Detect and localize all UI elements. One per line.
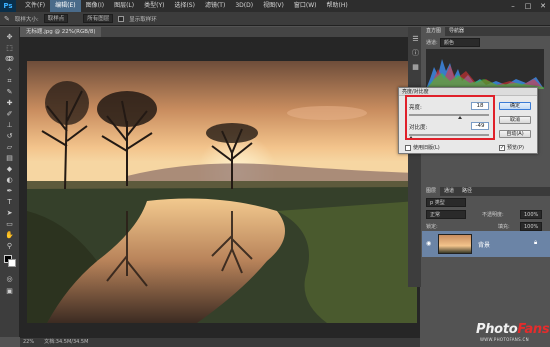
preview-checkbox[interactable]: ✓ <box>499 144 505 151</box>
histogram-graph <box>426 49 544 89</box>
status-bar: 22% 文档:34.5M/34.5M <box>20 338 420 347</box>
maximize-icon[interactable]: □ <box>521 0 535 12</box>
sample-layer-select[interactable]: 所有图层 <box>83 14 114 23</box>
quick-select-tool-icon[interactable]: ✧ <box>3 66 16 75</box>
dodge-tool-icon[interactable]: ◐ <box>3 176 16 185</box>
preview-option[interactable]: ✓ 预览(P) <box>499 144 524 151</box>
opacity-label: 不透明度: <box>482 212 504 218</box>
photofans-watermark: PhotoFans <box>476 322 550 337</box>
fill-label: 填充: <box>498 224 510 230</box>
layer-thumbnail <box>438 234 472 254</box>
layer-name: 背景 <box>478 242 491 249</box>
eyedropper-tool-icon: ✎ <box>4 14 10 23</box>
history-brush-tool-icon[interactable]: ↺ <box>3 132 16 141</box>
landscape-photo <box>27 61 417 323</box>
watermark-url: WWW.PHOTOFANS.CN <box>480 337 529 342</box>
marquee-tool-icon[interactable]: ⬚ <box>3 44 16 53</box>
menu-layer[interactable]: 图层(L) <box>109 0 139 12</box>
opacity-input[interactable]: 100% <box>520 210 543 219</box>
menu-3d[interactable]: 3D(D) <box>230 0 258 12</box>
gradient-tool-icon[interactable]: ▤ <box>3 154 16 163</box>
photoshop-logo: Ps <box>0 0 16 12</box>
channel-label: 通道: <box>426 40 438 46</box>
close-icon[interactable]: ✕ <box>536 0 550 12</box>
type-tool-icon[interactable]: T <box>3 198 16 207</box>
tab-paths[interactable]: 路径 <box>458 187 476 196</box>
move-tool-icon[interactable]: ✥ <box>3 33 16 42</box>
blend-mode-select[interactable]: 正常 <box>426 210 466 219</box>
path-select-tool-icon[interactable]: ➤ <box>3 209 16 218</box>
menu-select[interactable]: 选择(S) <box>169 0 200 12</box>
tab-navigator[interactable]: 导航器 <box>445 27 468 36</box>
zoom-level[interactable]: 22% <box>23 338 34 347</box>
menu-edit[interactable]: 编辑(E) <box>50 0 81 12</box>
eyedropper-tool-icon[interactable]: ✎ <box>3 88 16 97</box>
show-ring-checkbox[interactable] <box>118 15 125 22</box>
document-tab-bar: 无标题.jpg @ 22%(RGB/8) <box>20 27 420 37</box>
preview-label: 预览(P) <box>507 145 524 151</box>
tab-histogram[interactable]: 直方图 <box>422 27 446 36</box>
eraser-tool-icon[interactable]: ▱ <box>3 143 16 152</box>
histogram-plot <box>426 59 544 89</box>
lock-label: 锁定: <box>426 224 438 230</box>
visibility-eye-icon[interactable]: ◉ <box>426 240 431 247</box>
background-color-swatch[interactable] <box>8 259 16 267</box>
photo-artwork <box>27 61 417 323</box>
legacy-option[interactable]: 使用旧版(L) <box>405 144 440 151</box>
right-panels: 直方图 导航器 通道: 颜色 图层 通道 路径 p 类型 正常 不透明度: 10… <box>422 27 550 347</box>
options-bar: ✎ 取样大小: 取样点 所有图层 显示取样环 <box>0 12 550 26</box>
healing-brush-tool-icon[interactable]: ✚ <box>3 99 16 108</box>
lasso-tool-icon[interactable]: ↂ <box>3 55 16 64</box>
legacy-checkbox[interactable] <box>405 144 411 151</box>
brush-tool-icon[interactable]: ✐ <box>3 110 16 119</box>
zoom-tool-icon[interactable]: ⚲ <box>3 242 16 251</box>
tab-layers[interactable]: 图层 <box>422 187 441 196</box>
layer-filter-select[interactable]: p 类型 <box>426 198 466 207</box>
history-icon[interactable]: ☰ <box>409 35 422 44</box>
panel-icon-strip: ☰ ⓘ ▦ <box>408 27 421 287</box>
minimize-icon[interactable]: – <box>506 0 520 12</box>
canvas-area[interactable] <box>20 37 420 338</box>
hand-tool-icon[interactable]: ✋ <box>3 231 16 240</box>
channel-select[interactable]: 颜色 <box>440 38 480 47</box>
menu-type[interactable]: 类型(Y) <box>139 0 169 12</box>
histogram-panel-header: 直方图 导航器 <box>422 27 550 36</box>
menu-bar: Ps 文件(F) 编辑(E) 图像(I) 图层(L) 类型(Y) 选择(S) 滤… <box>0 0 550 12</box>
fill-input[interactable]: 100% <box>520 222 543 231</box>
layer-row-background[interactable]: ◉ 背景 🔒︎ <box>422 231 550 257</box>
lock-icon: 🔒︎ <box>534 239 538 246</box>
show-ring-label: 显示取样环 <box>129 16 157 23</box>
crop-tool-icon[interactable]: ⌗ <box>3 77 16 86</box>
menu-help[interactable]: 帮助(H) <box>322 0 353 12</box>
document-tab[interactable]: 无标题.jpg @ 22%(RGB/8) <box>20 27 102 37</box>
tools-panel: ✥ ⬚ ↂ ✧ ⌗ ✎ ✚ ✐ ⊥ ↺ ▱ ▤ ◆ ◐ ✒ T ➤ ▭ ✋ ⚲ … <box>0 27 20 337</box>
shape-tool-icon[interactable]: ▭ <box>3 220 16 229</box>
annotation-highlight-box <box>405 95 495 140</box>
menu-view[interactable]: 视图(V) <box>258 0 289 12</box>
menu-filter[interactable]: 滤镜(T) <box>200 0 230 12</box>
clone-stamp-tool-icon[interactable]: ⊥ <box>3 121 16 130</box>
screen-mode-icon[interactable]: ▣ <box>3 287 16 296</box>
tab-channels[interactable]: 通道 <box>440 187 458 196</box>
menu-image[interactable]: 图像(I) <box>81 0 109 12</box>
auto-button[interactable]: 自动(A) <box>499 130 531 138</box>
pen-tool-icon[interactable]: ✒ <box>3 187 16 196</box>
cancel-button[interactable]: 取消 <box>499 116 531 124</box>
sample-size-label: 取样大小: <box>14 16 39 23</box>
menu-window[interactable]: 窗口(W) <box>289 0 322 12</box>
document-info: 文档:34.5M/34.5M <box>44 339 89 345</box>
quick-mask-icon[interactable]: ◎ <box>3 275 16 284</box>
properties-icon[interactable]: ⓘ <box>409 49 422 58</box>
menu-file[interactable]: 文件(F) <box>20 0 50 12</box>
sample-size-select[interactable]: 取样点 <box>43 14 69 23</box>
legacy-label: 使用旧版(L) <box>413 145 440 151</box>
layers-panel-header: 图层 通道 路径 <box>422 187 550 196</box>
ok-button[interactable]: 确定 <box>499 102 531 110</box>
swatches-icon[interactable]: ▦ <box>409 63 422 72</box>
blur-tool-icon[interactable]: ◆ <box>3 165 16 174</box>
